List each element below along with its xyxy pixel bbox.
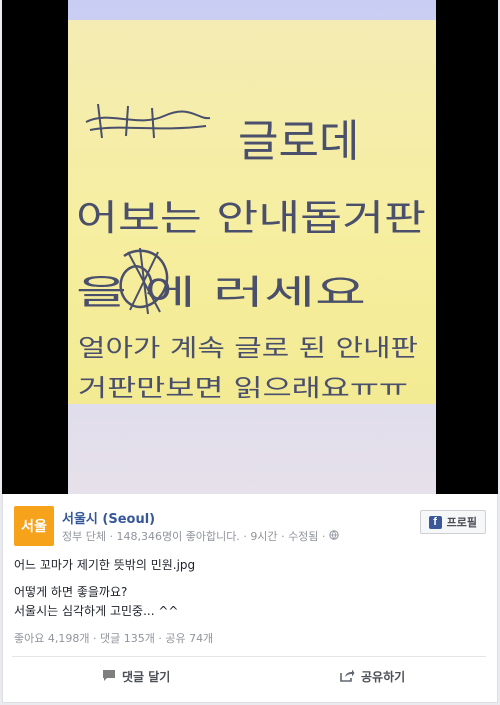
page-category: 정부 단체 — [62, 530, 106, 543]
post-actions: 댓글 달기 공유하기 — [2, 664, 498, 694]
share-button[interactable]: 공유하기 — [340, 668, 405, 685]
note-line-2: 어보는 안내돕거판 — [76, 198, 426, 239]
avatar-logo-text: 서울 — [21, 519, 47, 535]
post-meta: 정부 단체 · 148,346명이 좋아합니다. · 9시간 · 수정됨 · — [62, 528, 339, 544]
sticky-note: 글로데 어보는 안내돕거판 을 에 러세요 얼아가 계속 글로 된 안내판 거판… — [68, 20, 436, 404]
likes-count[interactable]: 좋아요 4,198개 — [14, 632, 89, 645]
comments-count[interactable]: 댓글 135개 — [100, 632, 155, 645]
share-button-label: 공유하기 — [361, 670, 406, 684]
globe-icon — [329, 530, 339, 543]
note-line-5: 거판만보면 읽으래요ㅠㅠ — [78, 374, 408, 402]
post-body-line-2: 서울시는 심각하게 고민중... ^^ — [14, 604, 179, 618]
post-stats: 좋아요 4,198개 · 댓글 135개 · 공유 74개 — [14, 632, 214, 645]
handwriting-note: 글로데 어보는 안내돕거판 을 에 러세요 얼아가 계속 글로 된 안내판 거판… — [76, 103, 426, 402]
edited-label[interactable]: 수정됨 — [288, 530, 318, 543]
post-photo[interactable]: 글로데 어보는 안내돕거판 을 에 러세요 얼아가 계속 글로 된 안내판 거판… — [2, 0, 498, 494]
comment-button[interactable]: 댓글 달기 — [102, 668, 170, 685]
note-line-4: 얼아가 계속 글로 된 안내판 — [78, 334, 418, 362]
profile-button-label: 프로필 — [446, 516, 477, 529]
post-header: 서울 서울시 (Seoul) 정부 단체 · 148,346명이 좋아합니다. … — [14, 506, 486, 550]
comment-button-label: 댓글 달기 — [122, 670, 171, 684]
shares-count[interactable]: 공유 74개 — [165, 632, 213, 645]
note-line-1: 글로데 — [238, 116, 359, 167]
page-name-link[interactable]: 서울시 (Seoul) — [62, 508, 155, 527]
divider — [12, 656, 486, 657]
post-title-line: 어느 꼬마가 제기한 뜻밖의 민원.jpg — [14, 558, 196, 572]
facebook-icon: f — [428, 515, 442, 529]
share-icon — [340, 669, 355, 685]
page-avatar[interactable]: 서울 — [14, 506, 54, 546]
comment-icon — [102, 669, 116, 685]
post-text: 어느 꼬마가 제기한 뜻밖의 민원.jpg 어떻게 하면 좋을까요? 서울시는 … — [14, 556, 484, 621]
photo-content: 글로데 어보는 안내돕거판 을 에 러세요 얼아가 계속 글로 된 안내판 거판… — [68, 0, 436, 494]
page-likes[interactable]: 148,346명이 좋아합니다. — [116, 530, 239, 543]
profile-button[interactable]: f 프로필 — [419, 510, 486, 534]
note-line-3: 을 에 러세요 — [76, 273, 366, 313]
post-body-line-1: 어떻게 하면 좋을까요? — [14, 585, 128, 599]
post-time[interactable]: 9시간 — [250, 530, 277, 543]
